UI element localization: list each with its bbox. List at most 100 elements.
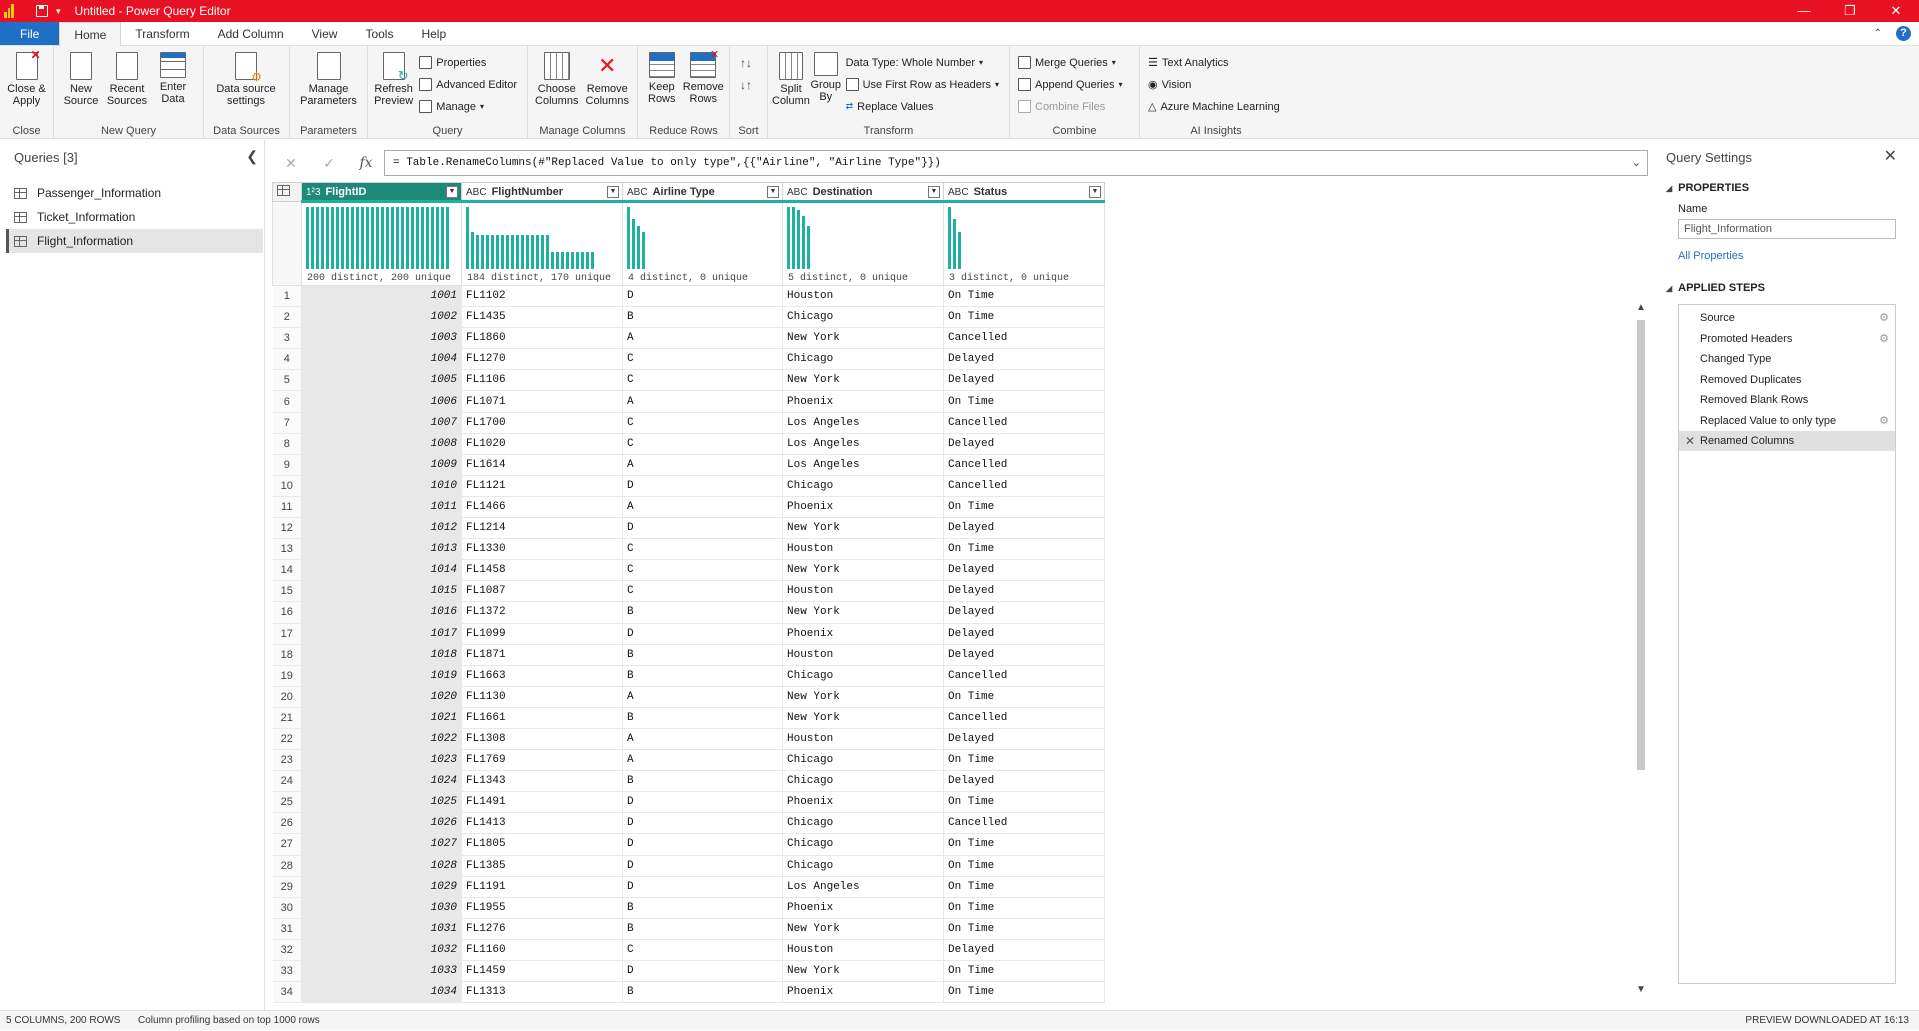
row-number[interactable]: 23 xyxy=(272,749,302,772)
table-cell[interactable]: FL1860 xyxy=(461,327,623,350)
table-cell[interactable]: Los Angeles xyxy=(782,876,944,898)
table-cell[interactable]: On Time xyxy=(943,390,1105,413)
applied-step[interactable]: Source ⚙ xyxy=(1679,308,1895,328)
table-cell[interactable]: 1001 xyxy=(301,285,462,308)
table-row[interactable]: 28 1028 FL1385 D Chicago On Time xyxy=(272,855,1105,877)
table-cell[interactable]: B xyxy=(622,981,783,1004)
table-cell[interactable]: FL1458 xyxy=(461,559,623,582)
column-type-icon[interactable]: ABC xyxy=(948,187,969,198)
table-cell[interactable]: New York xyxy=(782,707,944,729)
table-cell[interactable]: Delayed xyxy=(943,644,1105,666)
table-row[interactable]: 27 1027 FL1805 D Chicago On Time xyxy=(272,833,1105,856)
vertical-scrollbar[interactable]: ▲ ▼ xyxy=(1634,302,1648,1002)
table-row[interactable]: 20 1020 FL1130 A New York On Time xyxy=(272,686,1105,708)
scroll-down-icon[interactable]: ▼ xyxy=(1634,984,1648,995)
table-cell[interactable]: FL1805 xyxy=(461,833,623,856)
table-cell[interactable]: D xyxy=(622,833,783,856)
table-row[interactable]: 10 1010 FL1121 D Chicago Cancelled xyxy=(272,475,1105,497)
table-cell[interactable]: Delayed xyxy=(943,369,1105,392)
append-queries-button[interactable]: Append Queries ▾ xyxy=(1018,76,1123,93)
table-cell[interactable]: A xyxy=(622,749,783,772)
table-cell[interactable]: Delayed xyxy=(943,433,1105,455)
tab-file[interactable]: File xyxy=(0,22,60,45)
row-number[interactable]: 12 xyxy=(272,517,302,540)
table-row[interactable]: 11 1011 FL1466 A Phoenix On Time xyxy=(272,496,1105,519)
table-cell[interactable]: FL1466 xyxy=(461,496,623,519)
column-header[interactable]: 1²3 FlightID ▼ xyxy=(301,182,462,202)
table-cell[interactable]: 1022 xyxy=(301,728,462,751)
table-corner-menu[interactable] xyxy=(272,182,302,202)
table-row[interactable]: 14 1014 FL1458 C New York Delayed xyxy=(272,559,1105,582)
table-cell[interactable]: Delayed xyxy=(943,939,1105,962)
table-cell[interactable]: FL1087 xyxy=(461,580,623,603)
table-cell[interactable]: FL1769 xyxy=(461,749,623,772)
table-cell[interactable]: 1003 xyxy=(301,327,462,350)
table-cell[interactable]: B xyxy=(622,644,783,666)
table-cell[interactable]: 1030 xyxy=(301,897,462,919)
table-cell[interactable]: A xyxy=(622,496,783,519)
applied-step[interactable]: Replaced Value to only type ⚙ xyxy=(1679,411,1895,431)
table-cell[interactable]: B xyxy=(622,897,783,919)
table-row[interactable]: 32 1032 FL1160 C Houston Delayed xyxy=(272,939,1105,962)
table-cell[interactable]: FL1459 xyxy=(461,960,623,983)
row-number[interactable]: 1 xyxy=(272,285,302,308)
manage-button[interactable]: Manage ▾ xyxy=(419,98,517,115)
commit-formula-icon[interactable]: ✓ xyxy=(310,155,348,172)
table-cell[interactable]: Houston xyxy=(782,728,944,751)
all-properties-link[interactable]: All Properties xyxy=(1678,250,1743,262)
table-row[interactable]: 4 1004 FL1270 C Chicago Delayed xyxy=(272,348,1105,371)
tab-view[interactable]: View xyxy=(298,22,352,45)
table-row[interactable]: 30 1030 FL1955 B Phoenix On Time xyxy=(272,897,1105,919)
table-cell[interactable]: B xyxy=(622,306,783,329)
step-settings-gear-icon[interactable]: ⚙ xyxy=(1879,411,1889,431)
table-cell[interactable]: On Time xyxy=(943,876,1105,898)
table-row[interactable]: 23 1023 FL1769 A Chicago On Time xyxy=(272,749,1105,772)
column-profile[interactable]: 3 distinct, 0 unique xyxy=(943,200,1105,286)
table-cell[interactable]: 1021 xyxy=(301,707,462,729)
scrollbar-thumb[interactable] xyxy=(1637,320,1645,770)
query-item-ticket[interactable]: Ticket_Information xyxy=(6,205,263,229)
table-cell[interactable]: 1034 xyxy=(301,981,462,1004)
table-cell[interactable]: Chicago xyxy=(782,306,944,329)
table-row[interactable]: 12 1012 FL1214 D New York Delayed xyxy=(272,517,1105,540)
row-number[interactable]: 27 xyxy=(272,833,302,856)
data-type-dropdown[interactable]: Data Type: Whole Number ▾ xyxy=(846,54,999,71)
table-cell[interactable]: Houston xyxy=(782,580,944,603)
table-cell[interactable]: 1018 xyxy=(301,644,462,666)
table-cell[interactable]: 1024 xyxy=(301,770,462,793)
tab-add-column[interactable]: Add Column xyxy=(204,22,298,45)
row-number[interactable]: 6 xyxy=(272,390,302,413)
use-first-row-headers-button[interactable]: Use First Row as Headers ▾ xyxy=(845,76,999,93)
table-cell[interactable]: Phoenix xyxy=(782,496,944,519)
table-cell[interactable]: New York xyxy=(782,918,944,940)
table-cell[interactable]: Los Angeles xyxy=(782,433,944,455)
table-cell[interactable]: FL1385 xyxy=(461,855,623,877)
table-cell[interactable]: Chicago xyxy=(782,812,944,835)
table-row[interactable]: 9 1009 FL1614 A Los Angeles Cancelled xyxy=(272,454,1105,476)
azure-ml-button[interactable]: △ Azure Machine Learning xyxy=(1148,98,1280,115)
scroll-up-icon[interactable]: ▲ xyxy=(1634,302,1648,313)
row-number[interactable]: 7 xyxy=(272,412,302,434)
table-cell[interactable]: Delayed xyxy=(943,580,1105,603)
table-cell[interactable]: On Time xyxy=(943,960,1105,983)
table-cell[interactable]: 1026 xyxy=(301,812,462,835)
table-cell[interactable]: New York xyxy=(782,517,944,540)
column-type-icon[interactable]: ABC xyxy=(627,187,648,198)
row-number[interactable]: 13 xyxy=(272,538,302,561)
table-row[interactable]: 6 1006 FL1071 A Phoenix On Time xyxy=(272,390,1105,413)
table-cell[interactable]: On Time xyxy=(943,981,1105,1004)
table-cell[interactable]: FL1160 xyxy=(461,939,623,962)
table-cell[interactable]: New York xyxy=(782,686,944,708)
applied-step[interactable]: Removed Duplicates xyxy=(1679,370,1895,390)
tab-home[interactable]: Home xyxy=(59,22,122,47)
table-cell[interactable]: 1015 xyxy=(301,580,462,603)
table-cell[interactable]: On Time xyxy=(943,686,1105,708)
table-cell[interactable]: Delayed xyxy=(943,728,1105,751)
collapse-ribbon-icon[interactable]: ⌃ xyxy=(1874,28,1882,39)
table-cell[interactable]: FL1871 xyxy=(461,644,623,666)
column-header[interactable]: ABC FlightNumber ▼ xyxy=(461,182,623,202)
row-number[interactable]: 19 xyxy=(272,665,302,687)
row-number[interactable]: 10 xyxy=(272,475,302,497)
step-settings-gear-icon[interactable]: ⚙ xyxy=(1879,329,1889,349)
table-cell[interactable]: Delayed xyxy=(943,517,1105,540)
